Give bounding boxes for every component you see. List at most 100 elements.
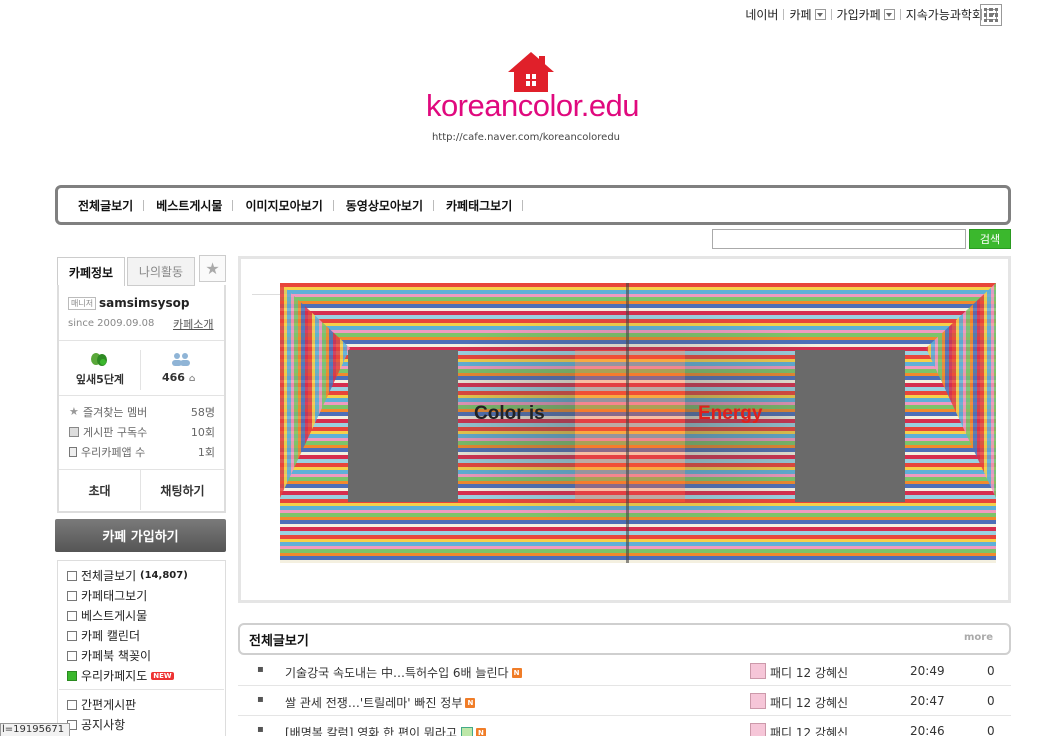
search-input[interactable]: [712, 229, 966, 249]
post-author[interactable]: 패디 12 강혜신: [770, 664, 848, 681]
post-row: ▪ 쌀 관세 전쟁…'트릴레마' 빠진 정부 N 패디 12 강혜신 20:47 …: [238, 686, 1011, 716]
divider: [59, 689, 224, 690]
banner-image[interactable]: [280, 283, 996, 563]
menu-all-posts[interactable]: 전체글보기: [76, 197, 154, 214]
chevron-down-icon[interactable]: [883, 9, 895, 20]
tag-icon: [67, 590, 77, 601]
bullet-icon: ▪: [257, 694, 264, 705]
menu-label: 카페태그보기: [81, 589, 148, 603]
new-post-icon: N: [465, 697, 476, 708]
gnb-naver-link[interactable]: 네이버: [740, 6, 783, 23]
post-time: 20:47: [910, 694, 945, 708]
stat-value: 10회: [190, 426, 215, 439]
menu-label: 카페북 책꽂이: [81, 649, 152, 663]
image-attachment-icon: [460, 727, 473, 736]
lock-icon: ⌂: [188, 374, 196, 384]
left-menu-best-posts[interactable]: 베스트게시물: [67, 607, 147, 624]
stat-value: 1회: [197, 446, 215, 459]
cafe-title[interactable]: koreancolor.edu: [420, 88, 645, 124]
board-more-link[interactable]: more: [964, 632, 993, 643]
cafe-menu-bar: 전체글보기 베스트게시물 이미지모아보기 동영상모아보기 카페태그보기: [55, 185, 1011, 225]
post-title: [배명복 칼럼] 영화 한 편이 뭐라고: [285, 726, 457, 736]
menu-video-view[interactable]: 동영상모아보기: [344, 197, 444, 214]
stat-cafe-app: 우리카페앱 수 1회: [69, 444, 215, 460]
app-grid-icon[interactable]: [980, 4, 1002, 26]
left-menu-bookshelf[interactable]: 카페북 책꽂이: [67, 647, 151, 664]
banner-text-color-is: Color is: [474, 403, 545, 424]
divider: [252, 294, 282, 295]
manager-name[interactable]: samsimsysop: [99, 296, 189, 310]
bullet-icon: ▪: [257, 664, 264, 675]
chat-button[interactable]: 채팅하기: [140, 470, 224, 510]
stat-board-subscriptions: 게시판 구독수 10회: [69, 424, 215, 440]
divider: [140, 350, 141, 390]
author-avatar: [750, 693, 766, 709]
since-date: since 2009.09.08: [68, 318, 155, 329]
post-author[interactable]: 패디 12 강혜신: [770, 694, 848, 711]
menu-label: 전체글보기: [81, 569, 137, 583]
menu-label: 공지사항: [81, 718, 126, 732]
banner-text-energy: Energy: [698, 403, 763, 424]
document-icon: [67, 570, 77, 581]
left-menu-all-posts[interactable]: 전체글보기 (14,807): [67, 567, 188, 584]
left-menu-tag-view[interactable]: 카페태그보기: [67, 587, 147, 604]
member-count-value: 466: [162, 371, 185, 384]
map-icon: [67, 670, 77, 681]
gnb-label: 카페: [789, 8, 812, 22]
cafe-url[interactable]: http://cafe.naver.com/koreancoloredu: [420, 132, 632, 143]
post-row: ▪ [배명복 칼럼] 영화 한 편이 뭐라고 N 패디 12 강혜신 20:46 …: [238, 716, 1011, 736]
search-button[interactable]: 검색: [969, 229, 1011, 249]
left-menu-simple-board[interactable]: 간편게시판: [67, 696, 136, 713]
left-menu-calendar[interactable]: 카페 캘린더: [67, 627, 140, 644]
tab-cafe-info[interactable]: 카페정보: [57, 257, 125, 286]
book-icon: [67, 650, 77, 661]
post-title: 쌀 관세 전쟁…'트릴레마' 빠진 정부: [285, 696, 463, 710]
cafe-level[interactable]: 잎새5단계: [70, 371, 130, 387]
gnb-joined-cafe-link[interactable]: 가입카페: [832, 6, 900, 23]
post-time: 20:46: [910, 724, 945, 736]
gnb-label: 네이버: [745, 8, 779, 22]
join-cafe-button[interactable]: 카페 가입하기: [55, 519, 226, 552]
post-title: 기술강국 속도내는 中…특허수입 6배 늘린다: [285, 666, 509, 680]
menu-image-view[interactable]: 이미지모아보기: [243, 197, 343, 214]
invite-button[interactable]: 초대: [59, 470, 140, 510]
author-avatar: [750, 723, 766, 736]
post-title-link[interactable]: [배명복 칼럼] 영화 한 편이 뭐라고 N: [285, 724, 486, 736]
stat-label: 즐겨찾는 멤버: [83, 406, 148, 419]
manager-badge: 매니저: [68, 297, 97, 310]
post-title-link[interactable]: 쌀 관세 전쟁…'트릴레마' 빠진 정부 N: [285, 694, 476, 711]
author-avatar: [750, 663, 766, 679]
post-count: (14,807): [140, 570, 188, 581]
gnb-cafe-link[interactable]: 카페: [784, 6, 830, 23]
post-views: 0: [987, 664, 995, 678]
board-title[interactable]: 전체글보기: [249, 630, 309, 649]
chevron-down-icon[interactable]: [814, 9, 826, 20]
menu-tag-view[interactable]: 카페태그보기: [444, 197, 533, 214]
new-badge: NEW: [151, 671, 174, 680]
board-header: [238, 623, 1011, 655]
menu-best-posts[interactable]: 베스트게시물: [154, 197, 243, 214]
menu-label: 간편게시판: [81, 698, 137, 712]
stat-label: 게시판 구독수: [83, 426, 148, 439]
new-post-icon: N: [475, 727, 486, 736]
divider: [59, 395, 224, 396]
menu-label: 카페 캘린더: [81, 629, 141, 643]
stat-favorite-members: ★ 즐겨찾는 멤버 58명: [69, 404, 215, 420]
member-count[interactable]: 466 ⌂: [162, 371, 195, 384]
phone-icon: [69, 447, 77, 457]
left-menu-notice[interactable]: 공지사항: [67, 716, 125, 733]
left-menu-cafe-map[interactable]: 우리카페지도 NEW: [67, 667, 174, 684]
favorite-star-icon[interactable]: ★: [199, 255, 226, 282]
post-row: ▪ 기술강국 속도내는 中…특허수입 6배 늘린다 N 패디 12 강혜신 20:…: [238, 656, 1011, 686]
post-views: 0: [987, 694, 995, 708]
cafe-intro-link[interactable]: 카페소개: [173, 316, 213, 332]
members-icon: [172, 353, 190, 366]
stat-label: 우리카페앱 수: [81, 446, 146, 459]
post-author[interactable]: 패디 12 강혜신: [770, 724, 848, 736]
post-title-link[interactable]: 기술강국 속도내는 中…특허수입 6배 늘린다 N: [285, 664, 522, 681]
new-post-icon: N: [511, 667, 522, 678]
bullet-icon: ▪: [257, 724, 264, 735]
checkbox-icon: [69, 427, 79, 437]
tab-my-activity[interactable]: 나의활동: [127, 257, 195, 286]
calendar-icon: [67, 630, 77, 641]
